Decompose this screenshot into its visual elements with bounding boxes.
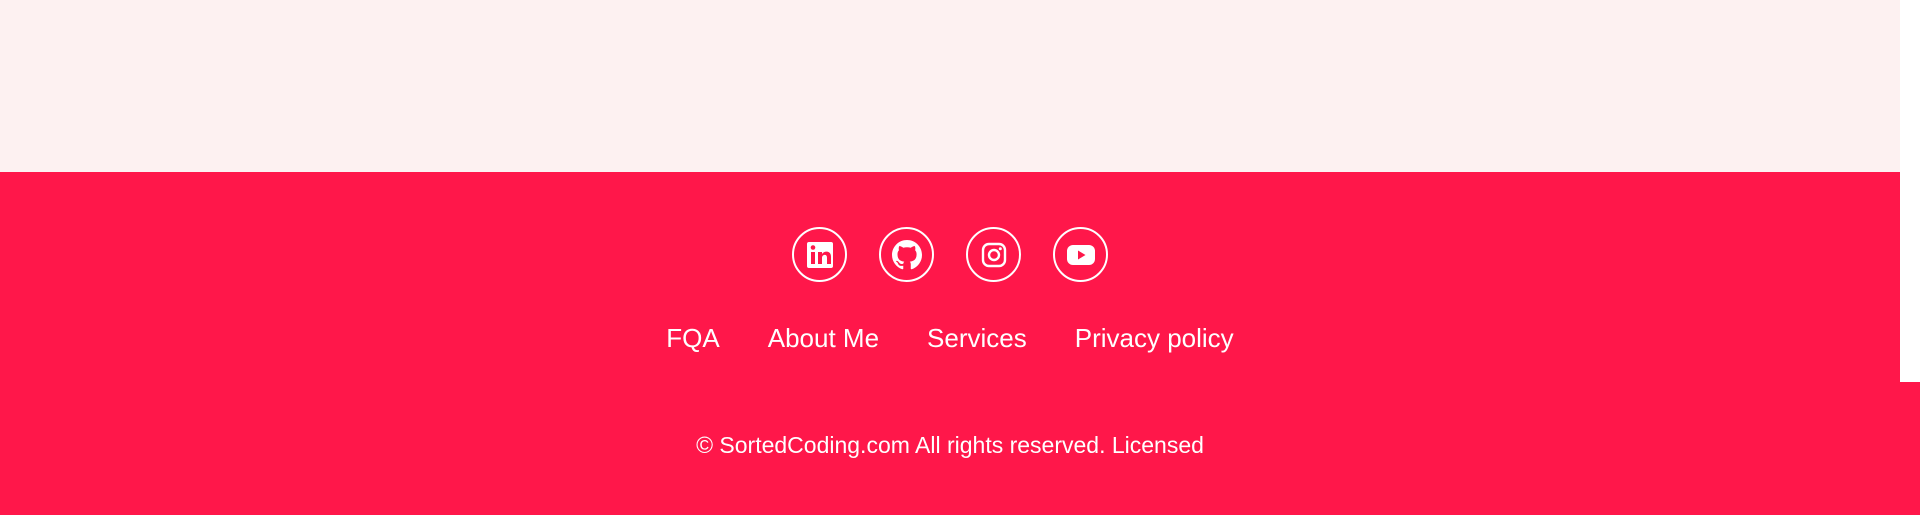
youtube-button[interactable] (1053, 227, 1108, 282)
instagram-button[interactable] (966, 227, 1021, 282)
nav-link-services[interactable]: Services (927, 322, 1027, 354)
linkedin-button[interactable] (792, 227, 847, 282)
linkedin-icon (806, 241, 834, 269)
page-top-section (0, 0, 1900, 172)
nav-link-about-me[interactable]: About Me (768, 322, 879, 354)
social-links (0, 227, 1900, 282)
github-button[interactable] (879, 227, 934, 282)
youtube-icon (1066, 243, 1096, 267)
instagram-icon (980, 241, 1008, 269)
footer-nav: FQA About Me Services Privacy policy (0, 322, 1900, 354)
github-icon (891, 239, 922, 270)
nav-link-privacy-policy[interactable]: Privacy policy (1075, 322, 1234, 354)
copyright-text: © SortedCoding.com All rights reserved. … (696, 432, 1204, 458)
site-footer: FQA About Me Services Privacy policy © S… (0, 172, 1920, 515)
nav-link-fqa[interactable]: FQA (666, 322, 719, 354)
